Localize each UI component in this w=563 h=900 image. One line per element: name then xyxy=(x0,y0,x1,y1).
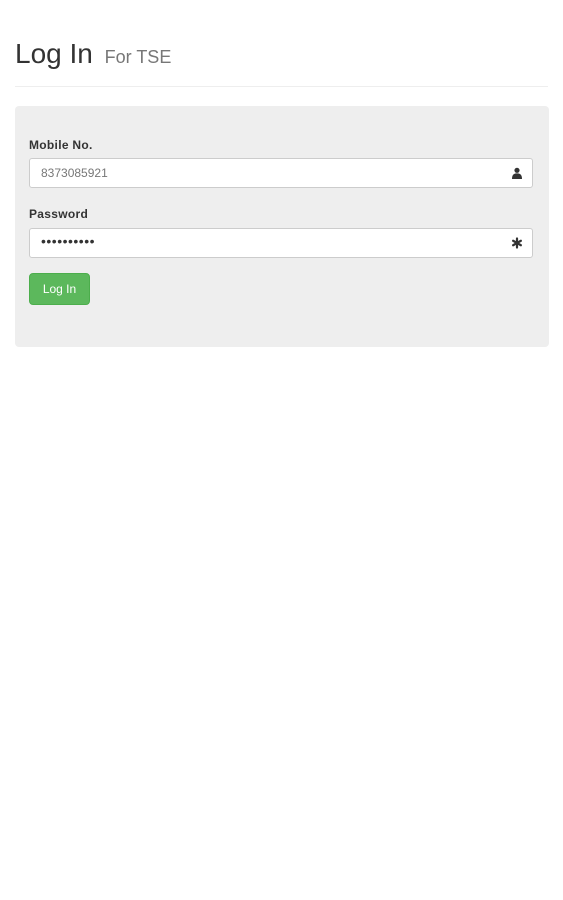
asterisk-icon xyxy=(511,237,522,249)
password-label: Password xyxy=(29,207,89,221)
page-title: Log In For TSE xyxy=(15,36,171,75)
user-icon xyxy=(512,167,522,179)
mobile-input[interactable]: 8373085921 xyxy=(29,158,533,188)
mobile-input-value: 8373085921 xyxy=(41,166,108,180)
password-input-value: •••••••••• xyxy=(41,233,96,249)
login-form-panel: Mobile No. 8373085921 Password •••••••••… xyxy=(15,106,549,347)
mobile-label: Mobile No. xyxy=(29,138,93,152)
page-title-text: Log In xyxy=(15,38,93,69)
password-input[interactable]: •••••••••• xyxy=(29,228,533,258)
page-header: Log In For TSE xyxy=(15,36,548,87)
login-button[interactable]: Log In xyxy=(29,273,90,305)
page-subtitle: For TSE xyxy=(104,47,172,67)
login-page: Log In For TSE Mobile No. 8373085921 Pas… xyxy=(0,0,563,900)
